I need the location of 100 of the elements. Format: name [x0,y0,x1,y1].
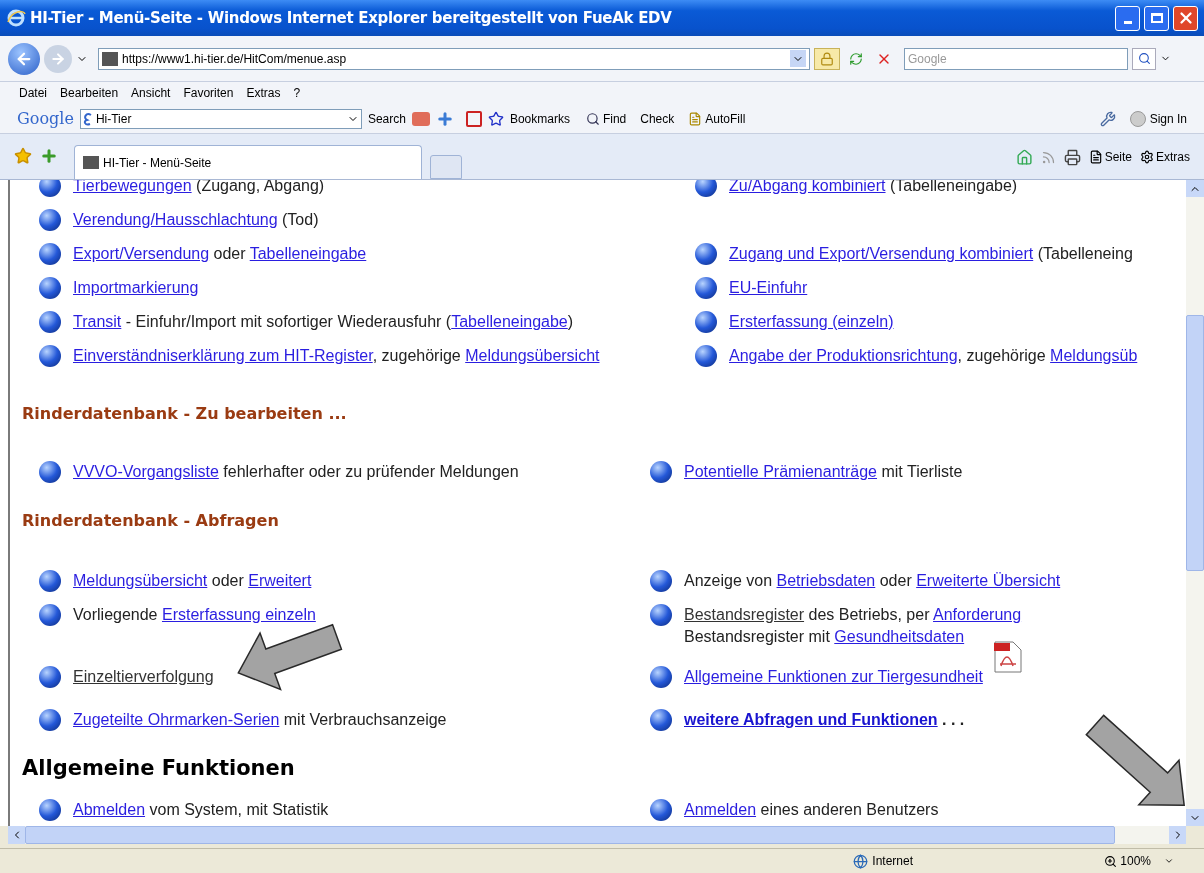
find-button[interactable]: Find [585,109,627,128]
menu-item[interactable]: Bearbeiten [60,84,119,102]
menu-entry: Export/Versendung oder Tabelleneingabe [73,244,367,264]
bullet-icon [39,461,61,483]
plus-icon[interactable] [435,109,454,128]
menu-entry: Angabe der Produktionsrichtung, zugehörige Meldungsüb [729,346,1138,366]
menu-link[interactable]: Betriebsdaten [776,572,876,589]
forward-arrow-icon [50,50,66,67]
maximize-button[interactable] [1144,5,1169,31]
menu-link[interactable]: Einverständniserklärung zum HIT-Register [73,347,373,364]
menu-link[interactable]: Transit [73,313,122,330]
bullet-icon [650,666,672,688]
menu-link[interactable]: weitere Abfragen und Funktionen [684,711,938,728]
bullet-icon [695,180,717,197]
search-icon[interactable] [1132,47,1156,70]
search-button[interactable]: Search [367,109,406,128]
page-menu-button[interactable]: Seite [1088,148,1132,166]
autofill-button[interactable]: AutoFill [688,109,746,128]
close-button[interactable] [1173,5,1198,31]
wrench-icon[interactable] [1099,110,1116,127]
internet-zone-icon [853,853,869,869]
print-icon[interactable] [1063,148,1081,166]
menu-link[interactable]: Abmelden [73,801,146,818]
menu-link[interactable]: Meldungsüb [1050,347,1138,364]
scroll-up-button[interactable] [1186,180,1204,197]
add-favorite-icon[interactable] [40,147,58,165]
menu-link[interactable]: Zu/Abgang kombiniert [729,180,886,194]
bullet-icon [39,604,61,626]
check-button[interactable]: Check [640,109,675,128]
bullet-icon [39,277,61,299]
menu-link[interactable]: Zugeteilte Ohrmarken-Serien [73,711,280,728]
menu-link[interactable]: Meldungsübersicht [465,347,600,364]
browser-logo-icon [6,8,26,28]
menu-link[interactable]: Einzeltierverfolgung [73,668,214,685]
menu-entry: Vorliegende Ersterfassung einzeln [73,605,316,625]
highlight-icon[interactable] [411,111,430,126]
lock-icon[interactable] [814,47,840,70]
magnifier-icon [585,111,600,126]
menu-entry: VVVO-Vorgangsliste fehlerhafter oder zu prüfender Meldungen [73,462,519,482]
menu-link[interactable]: Tierbewegungen [73,180,192,194]
menu-link[interactable]: Angabe der Produktionsrichtung [729,347,958,364]
menu-link[interactable]: Importmarkierung [73,279,199,296]
url-text: https://www1.hi-tier.de/HitCom/menue.asp [122,50,348,68]
google-search-field[interactable]: Hi-Tier [79,108,362,129]
bookmarks-button[interactable]: Bookmarks [509,109,570,128]
menu-item[interactable]: Datei [19,84,47,102]
scroll-down-button[interactable] [1186,809,1204,826]
bullet-icon [650,799,672,821]
menu-link[interactable]: Tabelleneingabe [249,245,367,262]
menu-link[interactable]: EU-Einfuhr [729,279,808,296]
menu-link[interactable]: Ersterfassung einzeln [161,606,316,623]
search-field[interactable]: Google [904,47,1128,70]
menu-link[interactable]: Meldungsübersicht [73,572,208,589]
menu-link[interactable]: Gesundheitsdaten [834,628,965,645]
menu-link[interactable]: Potentielle Prämienanträge [684,463,877,480]
menu-item[interactable]: ? [293,84,301,102]
home-icon[interactable] [1015,148,1033,166]
scroll-left-button[interactable] [8,826,25,844]
menu-item[interactable]: Extras [246,84,281,102]
menu-link[interactable]: Erweitert [248,572,312,589]
star-icon[interactable] [487,110,504,127]
bullet-icon [39,570,61,592]
tools-menu-button[interactable]: Extras [1140,148,1190,166]
menu-link[interactable]: Anmelden [684,801,757,818]
favorites-icon[interactable] [14,147,32,165]
menu-link[interactable]: Zugang und Export/Versendung kombiniert [729,245,1034,262]
bullet-icon [39,180,61,197]
feed-icon[interactable] [1040,149,1056,165]
minimize-button[interactable] [1115,5,1140,31]
menu-link[interactable]: Anforderung [933,606,1022,623]
address-field[interactable]: https://www1.hi-tier.de/HitCom/menue.asp [98,47,810,70]
bullet-icon [695,345,717,367]
form-icon [688,111,703,126]
menu-link[interactable]: Ersterfassung (einzeln) [729,313,894,330]
bullet-icon [650,709,672,731]
vertical-scrollbar[interactable] [1186,180,1204,826]
bullet-icon [39,345,61,367]
menu-link[interactable]: VVVO-Vorgangsliste [73,463,219,480]
page-icon [1088,150,1103,164]
menu-entry: Zugeteilte Ohrmarken-Serien mit Verbrauchsanzeige [73,710,447,730]
bullet-icon [695,243,717,265]
menu-item[interactable]: Favoriten [183,84,234,102]
blocker-icon[interactable] [465,110,482,127]
menu-link[interactable]: Bestandsregister [684,606,805,623]
back-button[interactable] [8,42,40,75]
menu-link[interactable]: Erweiterte Übersicht [916,572,1061,589]
zoom-button[interactable]: 100% [1104,852,1174,870]
address-dropdown-button[interactable] [790,50,806,67]
menu-item[interactable]: Ansicht [131,84,171,102]
menu-entry: Einverständniserklärung zum HIT-Register, zugehörige Meldungsübersicht [73,346,600,366]
scroll-right-button[interactable] [1169,826,1186,844]
menu-link[interactable]: Verendung/Hausschlachtung [73,211,278,228]
menu-entry: Bestandsregister des Betriebs, per Anforderung [684,605,1022,625]
menu-link[interactable]: Export/Versendung [73,245,210,262]
scrollbar-thumb[interactable] [1186,315,1204,571]
menu-link[interactable]: Tabelleneingabe [451,313,568,330]
browser-tab[interactable]: HI-Tier - Menü-Seite [74,145,422,179]
menu-link[interactable]: Allgemeine Funktionen zur Tiergesundheit [684,668,983,685]
sign-in-button[interactable]: Sign In [1129,109,1187,128]
menu-entry: Anzeige von Betriebsdaten oder Erweiterte Übersicht [684,571,1061,591]
